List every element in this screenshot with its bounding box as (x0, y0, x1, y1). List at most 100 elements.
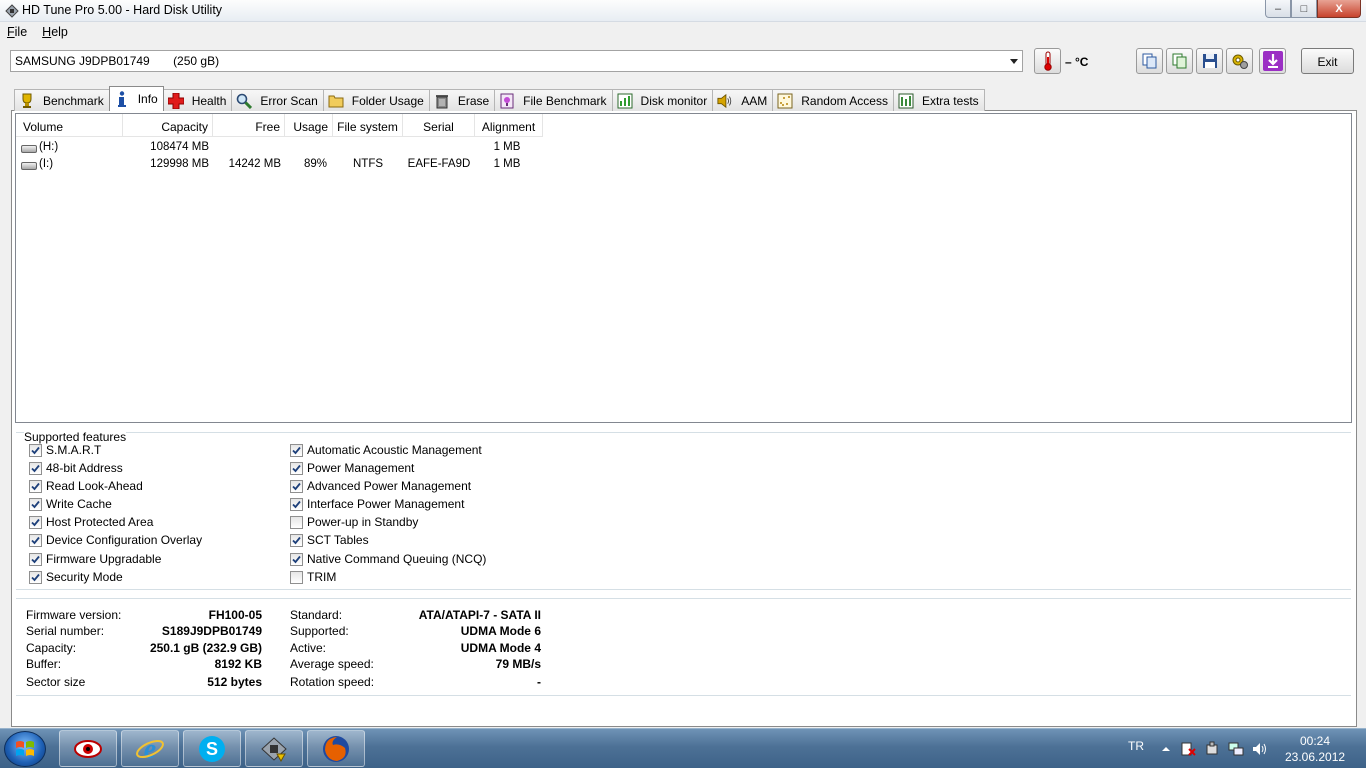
taskbar-app-eye[interactable] (59, 730, 117, 767)
options-button[interactable] (1226, 48, 1253, 74)
temperature-readout: – °C (1065, 55, 1089, 69)
hard-drive-icon (21, 145, 37, 153)
feature-label: Device Configuration Overlay (46, 533, 203, 547)
tab-aam[interactable]: AAM (712, 89, 774, 111)
checkbox-checked[interactable] (29, 479, 42, 493)
checkmark-icon (292, 482, 301, 490)
exit-button[interactable]: Exit (1301, 48, 1354, 74)
feature-label: Write Cache (46, 497, 112, 511)
feature-label: Firmware Upgradable (46, 552, 162, 566)
taskbar-app-firefox[interactable] (307, 730, 365, 767)
volume-list[interactable]: Volume Capacity Free Usage File system S… (15, 113, 1352, 423)
safely-remove-hardware-icon[interactable] (1204, 741, 1220, 757)
tab-health[interactable]: Health (162, 89, 233, 111)
feature-checkbox-row[interactable]: Native Command Queuing (NCQ) (290, 551, 486, 567)
feature-checkbox-row[interactable]: Firmware Upgradable (29, 551, 161, 567)
maximize-button[interactable]: □ (1291, 0, 1317, 18)
checkbox-checked[interactable] (290, 479, 303, 493)
tab-info[interactable]: Info (108, 86, 164, 111)
feature-checkbox-row[interactable]: Automatic Acoustic Management (290, 442, 482, 458)
action-center-icon[interactable] (1180, 741, 1196, 757)
minimize-button[interactable]: – (1265, 0, 1291, 18)
menu-file[interactable]: File (0, 22, 35, 42)
taskbar-app-internet-explorer[interactable]: e (121, 730, 179, 767)
checkbox-checked[interactable] (290, 497, 303, 511)
start-button[interactable] (4, 731, 46, 767)
tab-folder-usage[interactable]: Folder Usage (322, 89, 430, 111)
copy-icon (1142, 53, 1156, 69)
checkbox-checked[interactable] (290, 533, 303, 547)
copy-button[interactable] (1136, 48, 1163, 74)
chevron-down-icon (1010, 59, 1018, 64)
table-row[interactable]: (H:) 108474 MB 1 MB (16, 139, 616, 156)
title-bar[interactable]: HD Tune Pro 5.00 - Hard Disk Utility – □… (0, 0, 1366, 22)
tab-benchmark[interactable]: Benchmark (14, 89, 110, 111)
table-row[interactable]: (I:) 129998 MB 14242 MB 89% NTFS EAFE-FA… (16, 156, 616, 173)
feature-label: Power-up in Standby (307, 515, 419, 529)
svg-text:S: S (206, 739, 218, 759)
feature-checkbox-row[interactable]: Host Protected Area (29, 514, 153, 530)
volume-icon[interactable] (1252, 741, 1268, 757)
checkbox-checked[interactable] (29, 570, 42, 584)
checkbox-checked[interactable] (29, 533, 42, 547)
column-header-capacity[interactable]: Capacity (123, 114, 213, 137)
checkmark-icon (31, 482, 40, 490)
copy-all-button[interactable] (1166, 48, 1193, 74)
checkbox-checked[interactable] (29, 515, 42, 529)
feature-checkbox-row[interactable]: Interface Power Management (290, 496, 464, 512)
speaker-icon (717, 93, 732, 108)
tab-error-scan[interactable]: Error Scan (231, 89, 324, 111)
info-value: - (537, 675, 541, 689)
feature-label: S.M.A.R.T (46, 443, 102, 457)
tab-extra-tests[interactable]: Extra tests (892, 89, 985, 111)
drive-select[interactable]: SAMSUNG J9DPB01749 (250 gB) (10, 50, 1023, 72)
menu-help[interactable]: Help (35, 22, 76, 42)
tab-info-label: Info (137, 92, 158, 106)
tab-random-access[interactable]: Random Access (772, 89, 894, 111)
info-value: S189J9DPB01749 (161, 624, 262, 638)
feature-checkbox-row[interactable]: Write Cache (29, 496, 112, 512)
feature-checkbox-row[interactable]: TRIM (290, 569, 336, 585)
feature-checkbox-row[interactable]: Advanced Power Management (290, 478, 471, 494)
language-indicator[interactable]: TR (1128, 739, 1144, 753)
column-header-usage[interactable]: Usage (285, 114, 333, 137)
checkmark-icon (292, 500, 301, 508)
tab-disk-monitor[interactable]: Disk monitor (611, 89, 714, 111)
download-button[interactable] (1259, 48, 1286, 74)
checkbox-unchecked[interactable] (290, 570, 303, 584)
checkbox-checked[interactable] (29, 443, 42, 457)
column-header-volume[interactable]: Volume (16, 114, 123, 137)
taskbar-app-skype[interactable]: S (183, 730, 241, 767)
checkbox-checked[interactable] (290, 443, 303, 457)
column-header-serial[interactable]: Serial (403, 114, 475, 137)
feature-checkbox-row[interactable]: Device Configuration Overlay (29, 532, 202, 548)
network-icon[interactable] (1228, 741, 1244, 757)
column-header-free[interactable]: Free (213, 114, 285, 137)
checkbox-checked[interactable] (29, 497, 42, 511)
feature-checkbox-row[interactable]: Read Look-Ahead (29, 478, 143, 494)
gear-icon (1232, 54, 1248, 69)
taskbar-app-hd-tune[interactable] (245, 730, 303, 767)
save-button[interactable] (1196, 48, 1223, 74)
checkbox-checked[interactable] (29, 461, 42, 475)
column-header-file-system[interactable]: File system (333, 114, 403, 137)
close-button[interactable]: X (1317, 0, 1361, 18)
feature-checkbox-row[interactable]: Security Mode (29, 569, 123, 585)
feature-checkbox-row[interactable]: S.M.A.R.T (29, 442, 101, 458)
checkbox-checked[interactable] (290, 461, 303, 475)
tab-erase[interactable]: Erase (428, 89, 496, 111)
checkbox-unchecked[interactable] (290, 515, 303, 529)
temperature-button[interactable] (1034, 48, 1061, 74)
feature-checkbox-row[interactable]: SCT Tables (290, 532, 369, 548)
feature-checkbox-row[interactable]: 48-bit Address (29, 460, 123, 476)
checkbox-checked[interactable] (29, 552, 42, 566)
feature-checkbox-row[interactable]: Power-up in Standby (290, 514, 418, 530)
checkbox-checked[interactable] (290, 552, 303, 566)
tab-file-benchmark[interactable]: File Benchmark (494, 89, 613, 111)
info-value: 79 MB/s (495, 657, 541, 671)
serial-cell: EAFE-FA9D (407, 158, 471, 170)
skype-icon: S (199, 735, 225, 762)
feature-checkbox-row[interactable]: Power Management (290, 460, 414, 476)
column-header-alignment[interactable]: Alignment (475, 114, 543, 137)
show-hidden-icons-icon[interactable] (1158, 741, 1174, 757)
